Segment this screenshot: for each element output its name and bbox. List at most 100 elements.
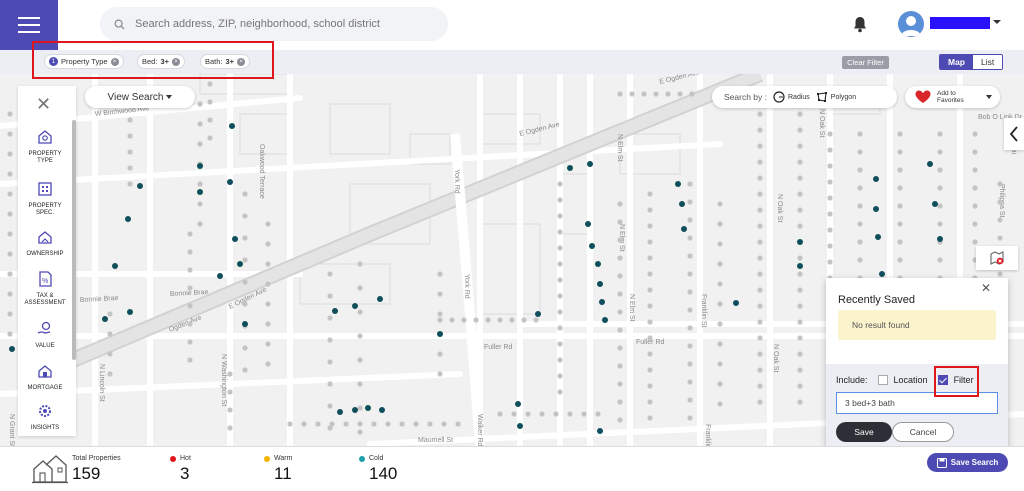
property-marker[interactable] — [357, 429, 363, 435]
property-marker[interactable] — [647, 271, 653, 277]
property-marker[interactable] — [757, 111, 763, 117]
property-marker[interactable] — [357, 405, 363, 411]
property-marker-active[interactable] — [232, 236, 238, 242]
sidebar-item-insights[interactable]: INSIGHTS — [18, 402, 72, 432]
property-marker-active[interactable] — [227, 179, 233, 185]
property-marker[interactable] — [827, 211, 833, 217]
property-marker[interactable] — [647, 239, 653, 245]
sidebar-item-mortgage[interactable]: MORTGAGE — [18, 362, 72, 392]
sidebar-item-value[interactable]: VALUE — [18, 320, 72, 350]
property-marker-active[interactable] — [377, 296, 383, 302]
property-marker[interactable] — [687, 307, 693, 313]
property-marker[interactable] — [437, 311, 443, 317]
property-marker[interactable] — [242, 279, 248, 285]
property-marker[interactable] — [7, 131, 13, 137]
property-marker[interactable] — [399, 421, 405, 427]
property-marker[interactable] — [437, 291, 443, 297]
sidebar-item-property-spec[interactable]: PROPERTY SPEC. — [18, 180, 72, 217]
property-marker-active[interactable] — [587, 161, 593, 167]
property-marker[interactable] — [7, 231, 13, 237]
property-marker-active[interactable] — [242, 321, 248, 327]
property-marker-active[interactable] — [937, 236, 943, 242]
property-marker[interactable] — [797, 127, 803, 133]
property-marker[interactable] — [617, 327, 623, 333]
property-marker[interactable] — [357, 381, 363, 387]
property-marker[interactable] — [897, 149, 903, 155]
property-marker[interactable] — [857, 167, 863, 173]
property-marker[interactable] — [437, 317, 443, 323]
user-avatar[interactable] — [898, 11, 924, 37]
property-marker-active[interactable] — [932, 201, 938, 207]
property-marker[interactable] — [857, 131, 863, 137]
property-marker[interactable] — [127, 165, 133, 171]
property-marker[interactable] — [797, 191, 803, 197]
property-marker-active[interactable] — [365, 405, 371, 411]
property-marker-active[interactable] — [127, 309, 133, 315]
close-icon[interactable]: ✕ — [981, 281, 991, 295]
property-marker[interactable] — [107, 371, 113, 377]
property-marker[interactable] — [797, 399, 803, 405]
property-marker[interactable] — [677, 91, 683, 97]
username-label[interactable]: user — [930, 17, 990, 29]
property-marker[interactable] — [7, 151, 13, 157]
property-marker-active[interactable] — [797, 263, 803, 269]
property-marker[interactable] — [595, 411, 601, 417]
property-marker[interactable] — [357, 421, 363, 427]
property-marker[interactable] — [617, 201, 623, 207]
property-marker[interactable] — [557, 181, 563, 187]
property-marker[interactable] — [647, 383, 653, 389]
property-marker[interactable] — [557, 341, 563, 347]
clear-map-button[interactable] — [976, 246, 1018, 270]
property-marker[interactable] — [641, 91, 647, 97]
property-marker[interactable] — [242, 257, 248, 263]
property-marker[interactable] — [265, 321, 271, 327]
property-marker[interactable] — [937, 131, 943, 137]
property-marker[interactable] — [687, 343, 693, 349]
polygon-button[interactable]: Polygon — [816, 91, 856, 103]
property-marker[interactable] — [315, 421, 321, 427]
property-marker[interactable] — [797, 111, 803, 117]
property-marker[interactable] — [647, 191, 653, 197]
property-marker[interactable] — [717, 381, 723, 387]
property-marker[interactable] — [937, 203, 943, 209]
property-marker-active[interactable] — [585, 221, 591, 227]
property-marker[interactable] — [757, 159, 763, 165]
property-marker[interactable] — [581, 411, 587, 417]
property-marker-active[interactable] — [437, 331, 443, 337]
property-marker[interactable] — [357, 261, 363, 267]
property-marker[interactable] — [757, 335, 763, 341]
property-marker[interactable] — [242, 301, 248, 307]
save-search-button[interactable]: Save Search — [927, 453, 1008, 472]
property-marker[interactable] — [717, 341, 723, 347]
property-marker[interactable] — [687, 253, 693, 259]
property-marker[interactable] — [647, 415, 653, 421]
save-button[interactable]: Save — [836, 422, 892, 442]
property-marker[interactable] — [687, 217, 693, 223]
property-marker[interactable] — [187, 231, 193, 237]
property-marker[interactable] — [187, 303, 193, 309]
property-marker[interactable] — [797, 143, 803, 149]
property-marker-active[interactable] — [597, 281, 603, 287]
property-marker[interactable] — [327, 403, 333, 409]
property-marker[interactable] — [413, 421, 419, 427]
property-marker[interactable] — [797, 383, 803, 389]
property-marker[interactable] — [265, 281, 271, 287]
property-marker[interactable] — [107, 331, 113, 337]
property-marker[interactable] — [197, 181, 203, 187]
clear-filter-button[interactable]: Clear Filter — [842, 56, 889, 69]
property-marker-active[interactable] — [675, 181, 681, 187]
map-view-button[interactable]: Map — [940, 55, 973, 69]
property-marker[interactable] — [797, 159, 803, 165]
property-marker[interactable] — [557, 389, 563, 395]
property-marker[interactable] — [127, 117, 133, 123]
property-marker[interactable] — [617, 345, 623, 351]
property-marker[interactable] — [329, 421, 335, 427]
property-marker[interactable] — [197, 221, 203, 227]
property-marker[interactable] — [357, 357, 363, 363]
property-marker-active[interactable] — [137, 183, 143, 189]
property-marker[interactable] — [557, 373, 563, 379]
property-marker[interactable] — [107, 351, 113, 357]
property-marker[interactable] — [553, 411, 559, 417]
property-marker[interactable] — [757, 191, 763, 197]
property-marker[interactable] — [557, 229, 563, 235]
